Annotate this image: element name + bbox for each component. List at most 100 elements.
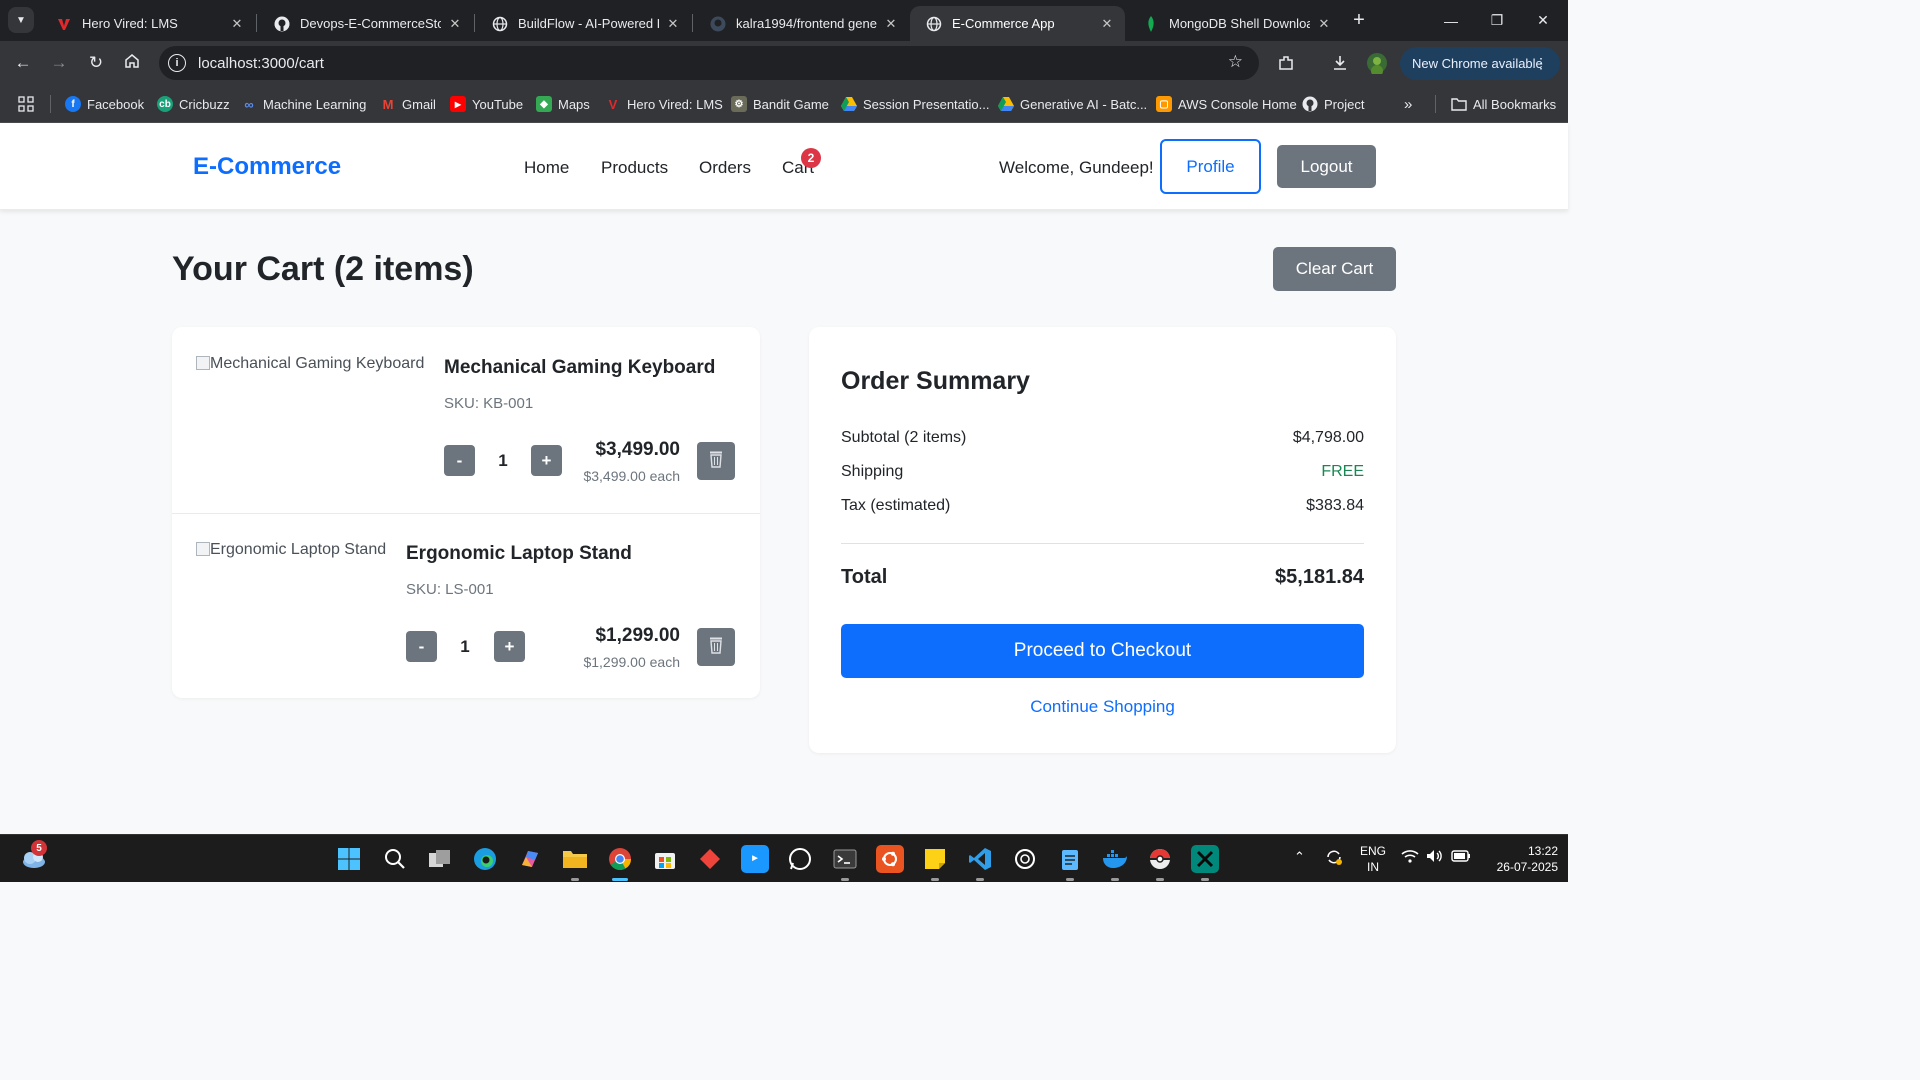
bookmark-hero-vired[interactable]: V Hero Vired: LMS (605, 94, 723, 114)
minimize-button[interactable]: — (1428, 0, 1474, 41)
herovired-icon (56, 16, 72, 32)
extensions-icon[interactable] (1274, 51, 1298, 75)
system-clock[interactable]: 13:22 26-07-2025 (1480, 843, 1558, 875)
close-icon[interactable]: ✕ (665, 16, 681, 32)
close-icon[interactable]: ✕ (447, 16, 463, 32)
taskbar-running-indicator (1156, 878, 1164, 881)
browser-tab[interactable]: Devops-E-CommerceStore ✕ (258, 6, 473, 41)
bookmark-maps[interactable]: ◆ Maps (536, 94, 590, 114)
browser-tab-strip: ▼ Hero Vired: LMS ✕ Devops-E-CommerceSto… (0, 0, 1568, 41)
apps-grid-icon[interactable] (18, 94, 34, 114)
file-explorer-icon[interactable] (561, 845, 589, 873)
bookmark-label: Generative AI - Batc... (1020, 96, 1148, 112)
windows-start-icon[interactable] (335, 845, 363, 873)
browser-tab[interactable]: kalra1994/frontend genera ✕ (694, 6, 909, 41)
restore-button[interactable]: ❐ (1474, 0, 1520, 41)
notification-badge: 5 (31, 840, 47, 856)
volume-icon[interactable] (1426, 849, 1444, 866)
bookmark-youtube[interactable]: ▶ YouTube (450, 94, 523, 114)
close-icon[interactable]: ✕ (1099, 16, 1115, 32)
copilot-icon[interactable] (516, 845, 544, 873)
terminal-icon[interactable] (831, 845, 859, 873)
bookmark-aws-console[interactable]: ▢ AWS Console Home (1156, 94, 1297, 114)
sticky-notes-icon[interactable] (921, 845, 949, 873)
ubuntu-icon[interactable] (876, 845, 904, 873)
chrome-icon[interactable] (606, 845, 634, 873)
battery-icon[interactable] (1451, 850, 1471, 865)
bookmark-cricbuzz[interactable]: cb Cricbuzz (157, 94, 230, 114)
browser-tab[interactable]: BuildFlow - AI-Powered Pr ✕ (476, 6, 691, 41)
unit-price: $1,299.00 each (583, 654, 680, 670)
prime-video-icon[interactable]: ▶ (741, 845, 769, 873)
forward-button[interactable]: → (46, 50, 72, 76)
close-icon[interactable]: ✕ (1316, 16, 1332, 32)
bookmark-bandit-game[interactable]: ⚙ Bandit Game (731, 94, 829, 114)
site-info-icon[interactable]: i (168, 54, 186, 72)
language-code: ENG (1360, 844, 1387, 858)
more-bookmarks-chevron-icon[interactable]: » (1404, 94, 1412, 114)
reload-button[interactable]: ↻ (83, 50, 109, 76)
chatgpt-icon[interactable] (1011, 845, 1039, 873)
bookmark-label: YouTube (472, 96, 524, 112)
clear-cart-button[interactable]: Clear Cart (1273, 247, 1396, 291)
whatsapp-icon[interactable] (786, 845, 814, 873)
increase-quantity-button[interactable]: + (531, 445, 562, 476)
new-chrome-available-button[interactable]: New Chrome available ⋮ (1400, 47, 1560, 80)
pokemon-icon[interactable] (1146, 845, 1174, 873)
bookmark-generative-ai[interactable]: Generative AI - Batc... (998, 94, 1147, 114)
proceed-to-checkout-button[interactable]: Proceed to Checkout (841, 624, 1364, 678)
show-hidden-icons-chevron-icon[interactable]: ⌃ (1294, 849, 1305, 865)
nav-link-home[interactable]: Home (524, 158, 569, 178)
increase-quantity-button[interactable]: + (494, 631, 525, 662)
browser-tab[interactable]: Hero Vired: LMS ✕ (40, 6, 255, 41)
browser-tab-active[interactable]: E-Commerce App ✕ (910, 6, 1125, 41)
cart-count-badge: 2 (801, 148, 821, 168)
download-icon[interactable] (1328, 51, 1352, 75)
arrow-right-icon: → (50, 53, 68, 72)
search-icon[interactable] (381, 845, 409, 873)
vscode-icon[interactable] (966, 845, 994, 873)
app-icon[interactable] (1191, 845, 1219, 873)
taskbar-running-indicator (841, 878, 849, 881)
tab-divider (474, 14, 475, 32)
decrease-quantity-button[interactable]: - (444, 445, 475, 476)
task-view-icon[interactable] (426, 845, 454, 873)
bookmark-divider (50, 95, 51, 113)
notepad-icon[interactable] (1056, 845, 1084, 873)
bookmark-session-presentation[interactable]: Session Presentatio... (841, 94, 989, 114)
new-tab-button[interactable]: + (1347, 8, 1371, 32)
continue-shopping-link[interactable]: Continue Shopping (841, 697, 1364, 717)
home-button[interactable] (119, 50, 145, 76)
sync-status-icon[interactable] (1324, 847, 1344, 870)
remove-item-button[interactable] (697, 442, 735, 480)
wifi-icon[interactable] (1401, 849, 1419, 866)
all-bookmarks-button[interactable]: All Bookmarks (1451, 94, 1556, 114)
bookmark-project[interactable]: Project (1302, 94, 1364, 114)
anydesk-icon[interactable] (696, 845, 724, 873)
total-value: $5,181.84 (1275, 566, 1364, 588)
edge-icon[interactable] (471, 845, 499, 873)
nav-link-orders[interactable]: Orders (699, 158, 751, 178)
bookmark-star-icon[interactable]: ☆ (1228, 52, 1243, 72)
language-indicator[interactable]: ENG IN (1360, 843, 1386, 875)
bookmark-facebook[interactable]: f Facebook (65, 94, 144, 114)
nav-link-products[interactable]: Products (601, 158, 668, 178)
decrease-quantity-button[interactable]: - (406, 631, 437, 662)
browser-tab[interactable]: MongoDB Shell Download ✕ (1127, 6, 1342, 41)
tab-search-button[interactable]: ▼ (8, 7, 34, 33)
reload-icon: ↻ (88, 53, 104, 72)
bookmark-machine-learning[interactable]: ∞ Machine Learning (241, 94, 366, 114)
close-window-button[interactable]: ✕ (1520, 0, 1566, 41)
profile-avatar-icon[interactable] (1365, 51, 1389, 75)
profile-button[interactable]: Profile (1160, 139, 1261, 194)
logout-button[interactable]: Logout (1277, 145, 1376, 188)
address-bar[interactable]: i localhost:3000/cart ☆ (159, 46, 1259, 80)
microsoft-store-icon[interactable] (651, 845, 679, 873)
docker-icon[interactable] (1101, 845, 1129, 873)
brand-logo[interactable]: E-Commerce (193, 153, 341, 181)
remove-item-button[interactable] (697, 628, 735, 666)
close-icon[interactable]: ✕ (883, 16, 899, 32)
back-button[interactable]: ← (10, 50, 36, 76)
bookmark-gmail[interactable]: M Gmail (380, 94, 436, 114)
close-icon[interactable]: ✕ (229, 16, 245, 32)
